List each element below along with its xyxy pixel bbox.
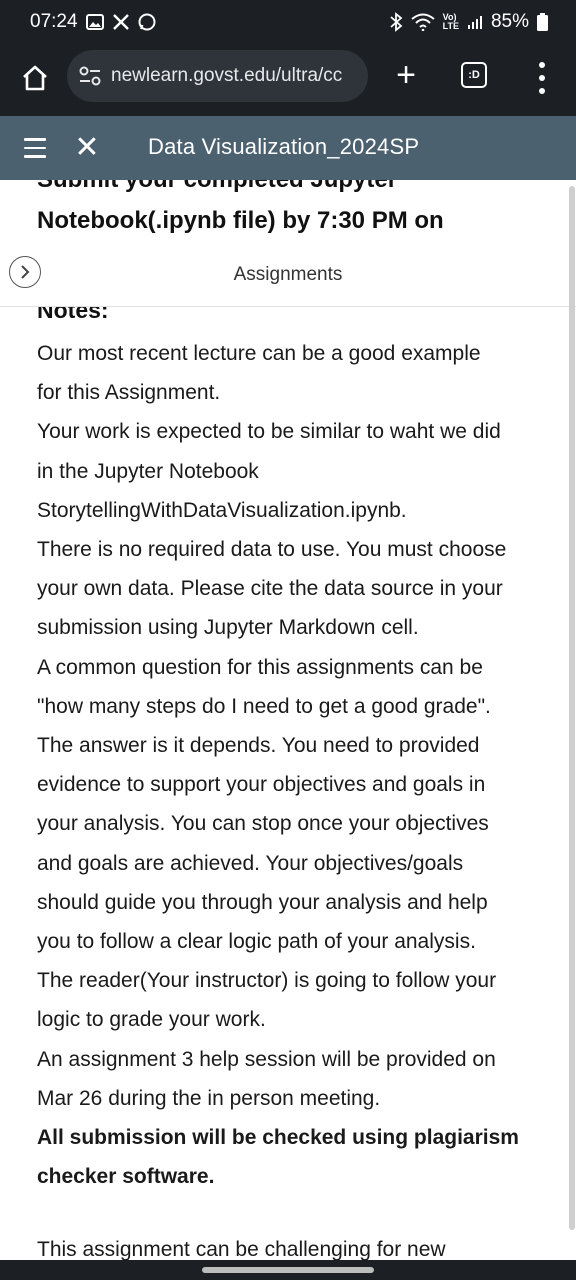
gesture-nav-bar <box>0 1260 576 1280</box>
text-line: Mar 26 during the in person meeting. <box>37 1086 381 1110</box>
home-button[interactable] <box>17 60 53 96</box>
text-line: your analysis. You can stop once your ob… <box>37 812 489 836</box>
assignment-content[interactable]: Submit your completed Jupyter Notebook(.… <box>0 180 576 1260</box>
browser-toolbar: newlearn.govst.edu/ultra/cc + :D <box>0 44 576 116</box>
status-time: 07:24 <box>30 11 78 32</box>
text-line: in the Jupyter Notebook <box>37 459 259 483</box>
lte-indicator: Vo) LTE <box>443 13 459 31</box>
status-left: 07:24 <box>30 11 156 33</box>
lte-bottom-label: LTE <box>442 21 459 31</box>
tab-switcher-button[interactable]: :D <box>461 62 487 88</box>
site-settings-icon[interactable] <box>79 66 101 86</box>
menu-dot <box>539 62 545 68</box>
x-app-icon <box>112 13 130 31</box>
heading-cut-line: Submit your completed Jupyter <box>37 180 397 194</box>
url-text[interactable]: newlearn.govst.edu/ultra/cc <box>111 65 342 87</box>
course-header: ✕ Data Visualization_2024SP <box>0 116 576 180</box>
text-line: you to follow a clear logic path of your… <box>37 930 476 954</box>
text-line: There is no required data to use. You mu… <box>37 538 507 562</box>
text-line: An assignment 3 help session will be pro… <box>37 1047 496 1071</box>
text-line: The answer is it depends. You need to pr… <box>37 734 480 758</box>
assignments-bar: Assignments <box>0 242 576 307</box>
text-line: submission using Jupyter Markdown cell. <box>37 616 419 640</box>
text-line: your own data. Please cite the data sour… <box>37 577 503 601</box>
signal-icon <box>467 14 483 30</box>
text-line: and goals are achieved. Your objectives/… <box>37 851 464 875</box>
text-line: Your work is expected to be similar to w… <box>37 420 501 444</box>
text-line: evidence to support your objectives and … <box>37 773 486 797</box>
wifi-icon <box>410 13 435 31</box>
home-gesture-handle[interactable] <box>202 1267 374 1273</box>
close-icon[interactable]: ✕ <box>74 132 100 164</box>
notes-body: Our most recent lecture can be a good ex… <box>37 334 552 1196</box>
battery-icon <box>537 13 548 31</box>
address-bar[interactable]: newlearn.govst.edu/ultra/cc <box>67 50 368 102</box>
text-line: should guide you through your analysis a… <box>37 890 488 914</box>
status-bar: 07:24 Vo) LTE 85% <box>0 0 576 44</box>
assignment-heading: Notebook(.ipynb file) by 7:30 PM on <box>37 207 444 234</box>
text-line: "how many steps do I need to get a good … <box>37 694 491 718</box>
whatsapp-icon <box>138 13 156 31</box>
text-line: StorytellingWithDataVisualization.ipynb. <box>37 498 407 522</box>
menu-dot <box>539 75 545 81</box>
home-icon <box>23 65 47 91</box>
text-line: A common question for this assignments c… <box>37 655 483 679</box>
text-line: The reader(Your instructor) is going to … <box>37 969 497 993</box>
text-line: logic to grade your work. <box>37 1008 266 1032</box>
menu-dot <box>539 88 545 94</box>
scrollbar[interactable] <box>569 186 575 1230</box>
cut-bottom-line: This assignment can be challenging for n… <box>37 1238 446 1260</box>
bold-text-line: All submission will be checked using pla… <box>37 1126 519 1150</box>
status-right: Vo) LTE 85% <box>389 11 548 33</box>
text-line: for this Assignment. <box>37 381 221 405</box>
gallery-icon <box>85 14 104 30</box>
new-tab-button[interactable]: + <box>390 56 422 96</box>
bold-text-line: checker software. <box>37 1165 215 1189</box>
overflow-menu-button[interactable] <box>534 60 550 96</box>
course-title: Data Visualization_2024SP <box>148 134 420 159</box>
hamburger-menu-icon[interactable] <box>24 138 46 158</box>
text-line: Our most recent lecture can be a good ex… <box>37 342 481 365</box>
bluetooth-icon <box>389 12 403 32</box>
battery-percent: 85% <box>490 11 529 32</box>
assignments-title: Assignments <box>233 264 343 285</box>
